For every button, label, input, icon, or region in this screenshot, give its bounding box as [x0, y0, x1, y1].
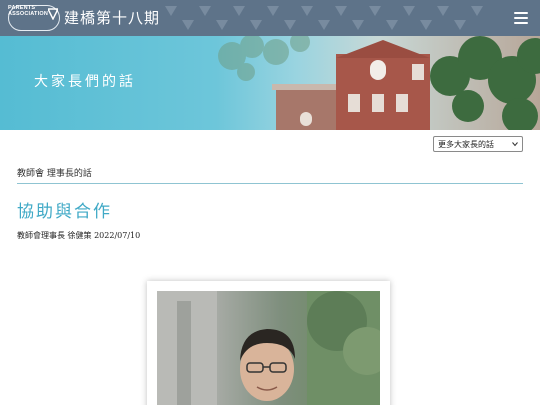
header-pattern	[165, 6, 483, 30]
article-byline: 教師會理事長 徐健策 2022/07/10	[17, 231, 141, 240]
more-select-value: 更多大家長的話	[438, 140, 494, 149]
chevron-down-icon	[512, 142, 518, 147]
more-messages-select[interactable]: 更多大家長的話	[433, 136, 523, 152]
banner-title: 大家長們的話	[34, 74, 136, 90]
page-banner: 大家長們的話	[0, 36, 540, 130]
page-title: 協助與合作	[17, 202, 112, 222]
author-photo-frame	[147, 281, 390, 405]
divider	[17, 183, 523, 184]
logo-mark-icon	[48, 8, 58, 20]
site-header: PARENTS' ASSOCIATION 建橋第十八期	[0, 0, 540, 36]
portrait-image	[157, 291, 380, 405]
breadcrumb: 教師會 理事長的話	[17, 169, 92, 179]
author-photo	[157, 291, 380, 405]
site-title[interactable]: 建橋第十八期	[64, 7, 160, 28]
hamburger-icon[interactable]	[514, 12, 528, 24]
